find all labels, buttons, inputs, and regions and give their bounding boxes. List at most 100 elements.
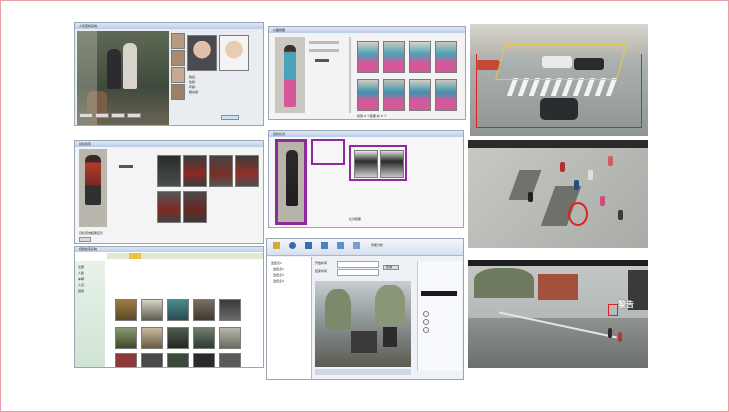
option-label bbox=[309, 49, 339, 52]
result-thumbnail[interactable] bbox=[435, 41, 457, 73]
search-button[interactable] bbox=[79, 113, 93, 118]
result-thumbnail[interactable] bbox=[183, 155, 207, 187]
result-thumbnail[interactable] bbox=[157, 155, 181, 187]
person-marker bbox=[560, 162, 565, 172]
sidebar-item[interactable]: 人员 bbox=[78, 283, 84, 287]
result-label: 姓名: bbox=[189, 75, 197, 79]
shadow bbox=[508, 170, 542, 200]
sidebar-item[interactable]: 其他 bbox=[78, 289, 84, 293]
video-thumbnail[interactable] bbox=[115, 353, 137, 367]
video-thumbnail[interactable] bbox=[141, 327, 163, 349]
video-thumbnail[interactable] bbox=[219, 299, 241, 321]
radio-option[interactable] bbox=[423, 319, 429, 325]
tree-item[interactable]: 监控点4 bbox=[273, 279, 284, 283]
panel-traffic-scene bbox=[470, 24, 648, 136]
face-large bbox=[219, 35, 249, 71]
result-thumbnail[interactable] bbox=[157, 191, 181, 223]
face-thumbnail[interactable] bbox=[171, 50, 185, 66]
result-label: 相似度: bbox=[189, 90, 200, 94]
radio-option[interactable] bbox=[423, 327, 429, 333]
result-thumbnail[interactable] bbox=[380, 150, 404, 178]
camera-header bbox=[468, 140, 648, 148]
result-thumbnail[interactable] bbox=[383, 41, 405, 73]
confirm-button[interactable] bbox=[221, 115, 239, 120]
video-thumbnail[interactable] bbox=[167, 299, 189, 321]
video-thumbnail[interactable] bbox=[141, 299, 163, 321]
video-feed bbox=[77, 31, 169, 125]
clear-button[interactable] bbox=[127, 113, 141, 118]
face-thumbnail[interactable] bbox=[171, 33, 185, 49]
tree-item[interactable]: 监控点3 bbox=[273, 273, 284, 277]
person-figure bbox=[123, 43, 137, 89]
highlight-tab[interactable] bbox=[129, 253, 141, 259]
end-time-label: 结束时间 bbox=[315, 269, 328, 273]
query-image bbox=[275, 139, 307, 225]
divider bbox=[349, 37, 351, 113]
status-text: 目标查询结果显示 bbox=[79, 231, 104, 235]
sidebar-item[interactable]: 车辆 bbox=[78, 277, 84, 281]
export-button[interactable] bbox=[111, 113, 125, 118]
camera-header bbox=[468, 260, 648, 266]
sidebar-item[interactable]: 人脸 bbox=[78, 271, 84, 275]
toolbar bbox=[267, 239, 463, 256]
timeline[interactable] bbox=[315, 369, 411, 375]
stop-icon[interactable] bbox=[321, 242, 328, 249]
radio-option[interactable] bbox=[423, 311, 429, 317]
compare-button[interactable] bbox=[95, 113, 109, 118]
video-thumbnail[interactable] bbox=[167, 353, 189, 367]
tracking-ring bbox=[568, 202, 588, 226]
dropdown[interactable] bbox=[421, 291, 457, 296]
face-large bbox=[187, 35, 217, 71]
video-thumbnail[interactable] bbox=[115, 327, 137, 349]
video-thumbnail[interactable] bbox=[219, 327, 241, 349]
result-thumbnail[interactable] bbox=[409, 79, 431, 111]
result-thumbnail[interactable] bbox=[209, 155, 233, 187]
tree bbox=[325, 289, 351, 329]
window-titlebar bbox=[75, 247, 263, 252]
person-figure bbox=[85, 155, 101, 205]
panel-target-compare: 目标比对 比对结果 bbox=[268, 130, 464, 228]
play-icon[interactable] bbox=[289, 242, 296, 249]
panel-image-search: 以图搜图 找到 8 个结果,共 8 个 bbox=[268, 26, 466, 120]
end-time-input[interactable] bbox=[337, 269, 379, 276]
query-image bbox=[275, 37, 305, 113]
open-icon[interactable] bbox=[273, 242, 280, 249]
result-thumbnail[interactable] bbox=[357, 79, 379, 111]
video-thumbnail[interactable] bbox=[193, 299, 215, 321]
pause-icon[interactable] bbox=[305, 242, 312, 249]
face-thumbnail[interactable] bbox=[171, 67, 185, 83]
sidebar-item[interactable]: 全部 bbox=[78, 265, 84, 269]
video-thumbnail[interactable] bbox=[193, 327, 215, 349]
start-time-input[interactable] bbox=[337, 261, 379, 268]
video-thumbnail[interactable] bbox=[193, 353, 215, 367]
result-thumbnail[interactable] bbox=[354, 150, 378, 178]
car bbox=[476, 60, 500, 70]
option-label bbox=[309, 41, 339, 44]
video-player[interactable] bbox=[315, 281, 411, 367]
panel-analysis-app: 智能分析 监控点1 监控点2 监控点3 监控点4 开始时间 结束时间 查询 bbox=[266, 238, 464, 380]
confirm-button[interactable] bbox=[79, 237, 91, 242]
result-thumbnail[interactable] bbox=[435, 79, 457, 111]
settings-icon[interactable] bbox=[353, 242, 360, 249]
video-thumbnail[interactable] bbox=[219, 353, 241, 367]
face-thumbnail[interactable] bbox=[171, 84, 185, 100]
video-thumbnail[interactable] bbox=[167, 327, 189, 349]
tree-item[interactable]: 监控点1 bbox=[271, 261, 282, 265]
export-icon[interactable] bbox=[337, 242, 344, 249]
pedestrian bbox=[618, 332, 622, 342]
tree-item[interactable]: 监控点2 bbox=[273, 267, 284, 271]
video-thumbnail[interactable] bbox=[141, 353, 163, 367]
result-thumbnail[interactable] bbox=[409, 41, 431, 73]
window-title: 目标检索 bbox=[79, 142, 92, 146]
pedestrian bbox=[608, 328, 612, 338]
result-thumbnail[interactable] bbox=[183, 191, 207, 223]
video-thumbnail[interactable] bbox=[115, 299, 137, 321]
person-marker bbox=[618, 210, 623, 220]
tree bbox=[375, 285, 405, 325]
result-thumbnail[interactable] bbox=[357, 41, 379, 73]
vehicle bbox=[383, 327, 397, 347]
window-titlebar bbox=[269, 131, 463, 137]
result-thumbnail[interactable] bbox=[235, 155, 259, 187]
result-thumbnail[interactable] bbox=[383, 79, 405, 111]
crosswalk bbox=[506, 78, 624, 96]
